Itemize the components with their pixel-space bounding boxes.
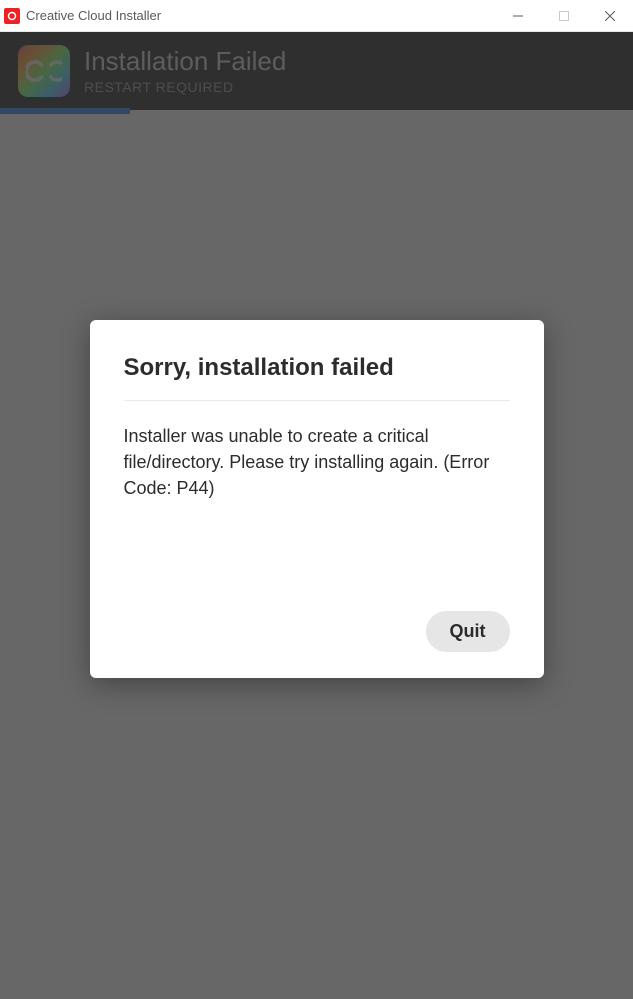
quit-button[interactable]: Quit xyxy=(426,611,510,652)
app-icon xyxy=(4,8,20,24)
modal-overlay: Sorry, installation failed Installer was… xyxy=(0,32,633,999)
window-controls xyxy=(495,0,633,31)
dialog-title: Sorry, installation failed xyxy=(124,354,510,401)
close-button[interactable] xyxy=(587,0,633,31)
maximize-button[interactable] xyxy=(541,0,587,31)
error-dialog: Sorry, installation failed Installer was… xyxy=(90,320,544,678)
minimize-button[interactable] xyxy=(495,0,541,31)
titlebar-left: Creative Cloud Installer xyxy=(4,8,161,24)
dialog-message: Installer was unable to create a critica… xyxy=(124,423,510,501)
dialog-actions: Quit xyxy=(124,611,510,652)
window-titlebar: Creative Cloud Installer xyxy=(0,0,633,32)
window-title: Creative Cloud Installer xyxy=(26,8,161,23)
